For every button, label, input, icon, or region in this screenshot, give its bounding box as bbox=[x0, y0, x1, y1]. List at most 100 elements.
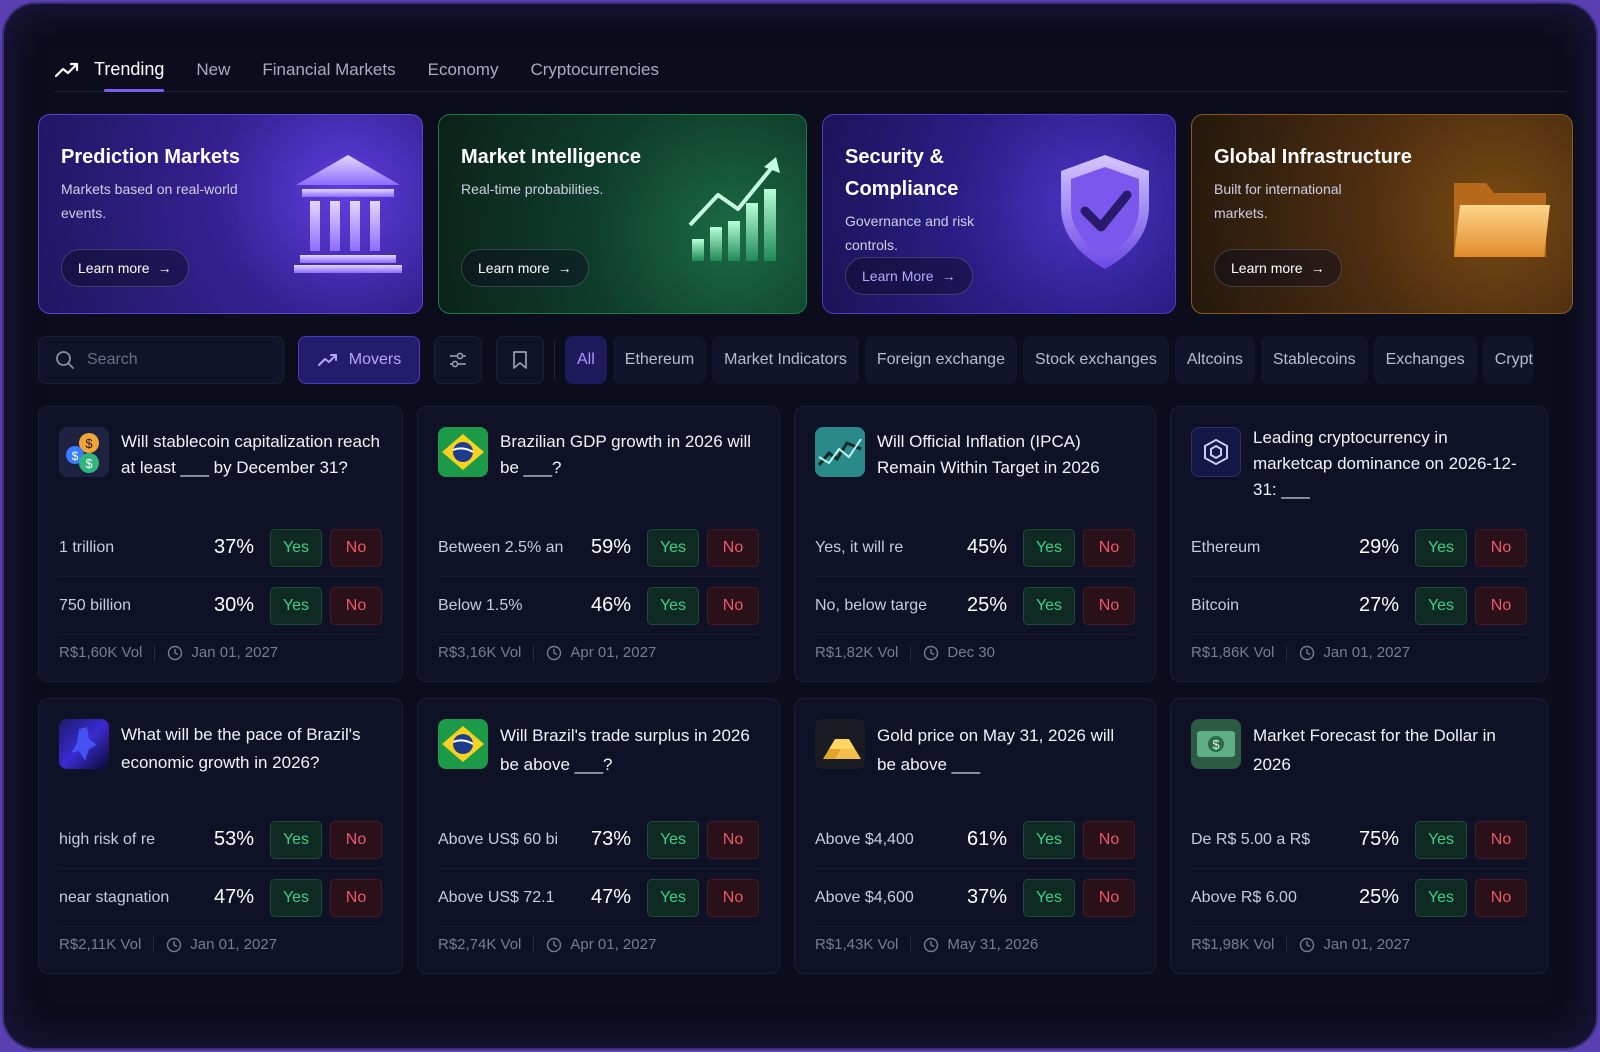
chip-exchanges[interactable]: Exchanges bbox=[1373, 336, 1477, 384]
tab-cryptocurrencies[interactable]: Cryptocurrencies bbox=[530, 48, 659, 92]
learn-more-button[interactable]: Learn more → bbox=[61, 249, 189, 287]
yes-button[interactable]: Yes bbox=[647, 820, 699, 859]
market-footer: R$1,86K Vol Jan 01, 2027 bbox=[1191, 644, 1410, 661]
tab-new[interactable]: New bbox=[196, 48, 230, 92]
market-card[interactable]: Will Brazil's trade surplus in 2026 be a… bbox=[417, 698, 780, 974]
yes-button[interactable]: Yes bbox=[647, 878, 699, 917]
outcome-label: Above $4,600 bbox=[815, 888, 914, 906]
volume: R$1,86K Vol bbox=[1191, 644, 1275, 661]
yes-button[interactable]: Yes bbox=[270, 878, 322, 917]
chip-stablecoins[interactable]: Stablecoins bbox=[1260, 336, 1368, 384]
hero-description: Governance and risk controls. bbox=[845, 213, 975, 253]
search-input[interactable] bbox=[87, 351, 257, 369]
yes-button[interactable]: Yes bbox=[1023, 820, 1075, 859]
yes-button[interactable]: Yes bbox=[1023, 878, 1075, 917]
end-date: Jan 01, 2027 bbox=[191, 644, 279, 661]
no-button[interactable]: No bbox=[1475, 820, 1527, 859]
no-button[interactable]: No bbox=[1475, 586, 1527, 625]
tab-trending[interactable]: Trending bbox=[94, 48, 165, 92]
chip-market-indicators[interactable]: Market Indicators bbox=[712, 336, 859, 384]
no-button[interactable]: No bbox=[330, 528, 382, 567]
market-footer: R$2,74K Vol Apr 01, 2027 bbox=[438, 936, 656, 953]
yes-button[interactable]: Yes bbox=[1415, 528, 1467, 567]
chip-altcoins[interactable]: Altcoins bbox=[1174, 336, 1255, 384]
outcome-probability: 45% bbox=[966, 536, 1007, 558]
folder-icon bbox=[1454, 183, 1550, 257]
no-button[interactable]: No bbox=[707, 586, 759, 625]
chip-foreign-exchange[interactable]: Foreign exchange bbox=[864, 336, 1017, 384]
svg-text:$: $ bbox=[1212, 737, 1220, 752]
market-card[interactable]: $ $ $ Will stablecoin capitalization reach… bbox=[38, 406, 403, 682]
tab-economy[interactable]: Economy bbox=[428, 48, 499, 92]
no-button[interactable]: No bbox=[707, 820, 759, 859]
outcome-probability: 73% bbox=[590, 828, 631, 850]
outcome-label: Above US$ 60 bi bbox=[438, 830, 559, 848]
learn-more-button[interactable]: Learn more → bbox=[461, 249, 589, 287]
button-label: Learn more bbox=[478, 260, 550, 276]
category-chips: All Ethereum Market Indicators Foreign e… bbox=[565, 336, 1574, 384]
market-card[interactable]: $ Market Forecast for the Dollar in 2026… bbox=[1170, 698, 1548, 974]
learn-more-button[interactable]: Learn more → bbox=[1214, 249, 1342, 287]
brazil-flag-icon bbox=[438, 427, 488, 477]
bookmark-button[interactable] bbox=[496, 336, 544, 384]
yes-button[interactable]: Yes bbox=[270, 586, 322, 625]
no-button[interactable]: No bbox=[1083, 528, 1135, 567]
no-button[interactable]: No bbox=[707, 528, 759, 567]
no-button[interactable]: No bbox=[330, 586, 382, 625]
outcome-probability: 30% bbox=[213, 594, 254, 616]
button-label: Learn More bbox=[862, 268, 934, 284]
sliders-icon bbox=[450, 352, 466, 368]
no-button[interactable]: No bbox=[330, 878, 382, 917]
yes-button[interactable]: Yes bbox=[270, 528, 322, 567]
market-footer: R$1,43K Vol May 31, 2026 bbox=[815, 936, 1038, 953]
clock-icon bbox=[1300, 645, 1315, 660]
filter-settings-button[interactable] bbox=[434, 336, 482, 384]
market-footer: R$1,60K Vol Jan 01, 2027 bbox=[59, 644, 278, 661]
button-label: Learn more bbox=[1231, 260, 1303, 276]
yes-button[interactable]: Yes bbox=[1415, 820, 1467, 859]
chart-line-icon bbox=[815, 427, 865, 477]
no-button[interactable]: No bbox=[707, 878, 759, 917]
trending-icon bbox=[54, 62, 79, 77]
chip-all[interactable]: All bbox=[565, 336, 607, 384]
app-window: Trending New Financial Markets Economy C… bbox=[2, 2, 1598, 1050]
yes-button[interactable]: Yes bbox=[1415, 878, 1467, 917]
market-card[interactable]: Leading cryptocurrency in marketcap domi… bbox=[1170, 406, 1548, 682]
yes-button[interactable]: Yes bbox=[647, 528, 699, 567]
market-card[interactable]: What will be the pace of Brazil's econom… bbox=[38, 698, 403, 974]
tab-financial-markets[interactable]: Financial Markets bbox=[262, 48, 395, 92]
yes-button[interactable]: Yes bbox=[270, 820, 322, 859]
yes-button[interactable]: Yes bbox=[1023, 586, 1075, 625]
toolbar-divider bbox=[554, 340, 555, 380]
no-button[interactable]: No bbox=[1083, 820, 1135, 859]
learn-more-button[interactable]: Learn More → bbox=[845, 257, 973, 295]
outcome-row: No, below targe 25% Yes No bbox=[815, 577, 1135, 635]
no-button[interactable]: No bbox=[1475, 528, 1527, 567]
market-question: Will Brazil's trade surplus in 2026 be a… bbox=[500, 726, 750, 774]
no-button[interactable]: No bbox=[1083, 878, 1135, 917]
no-button[interactable]: No bbox=[330, 820, 382, 859]
yes-button[interactable]: Yes bbox=[1415, 586, 1467, 625]
footer-divider bbox=[153, 936, 155, 953]
outcome-label: Yes, it will re bbox=[815, 538, 904, 556]
chip-stock-exchanges[interactable]: Stock exchanges bbox=[1022, 336, 1169, 384]
chip-ethereum[interactable]: Ethereum bbox=[612, 336, 707, 384]
yes-button[interactable]: Yes bbox=[1023, 528, 1075, 567]
movers-button[interactable]: Movers bbox=[298, 336, 420, 384]
filter-toolbar: Movers All Ethereum Market Indicators Fo… bbox=[38, 336, 1574, 384]
yes-button[interactable]: Yes bbox=[647, 586, 699, 625]
outcome-probability: 25% bbox=[1358, 886, 1399, 908]
svg-text:$: $ bbox=[85, 436, 93, 451]
outcome-label: Above US$ 72.1 bbox=[438, 888, 555, 906]
hero-card-prediction-markets: Prediction Markets Markets based on real… bbox=[38, 114, 423, 314]
no-button[interactable]: No bbox=[1475, 878, 1527, 917]
hero-card-market-intelligence: Market Intelligence Real-time probabilit… bbox=[438, 114, 807, 314]
end-date: Jan 01, 2027 bbox=[190, 936, 278, 953]
chip-crypto[interactable]: Crypt bbox=[1482, 336, 1533, 384]
market-card[interactable]: Will Official Inflation (IPCA) Remain Wi… bbox=[794, 406, 1156, 682]
market-card[interactable]: Gold price on May 31, 2026 will be above… bbox=[794, 698, 1156, 974]
no-button[interactable]: No bbox=[1083, 586, 1135, 625]
market-card[interactable]: Brazilian GDP growth in 2026 will be ___… bbox=[417, 406, 780, 682]
clock-icon bbox=[1300, 937, 1315, 952]
trending-icon bbox=[317, 354, 337, 366]
